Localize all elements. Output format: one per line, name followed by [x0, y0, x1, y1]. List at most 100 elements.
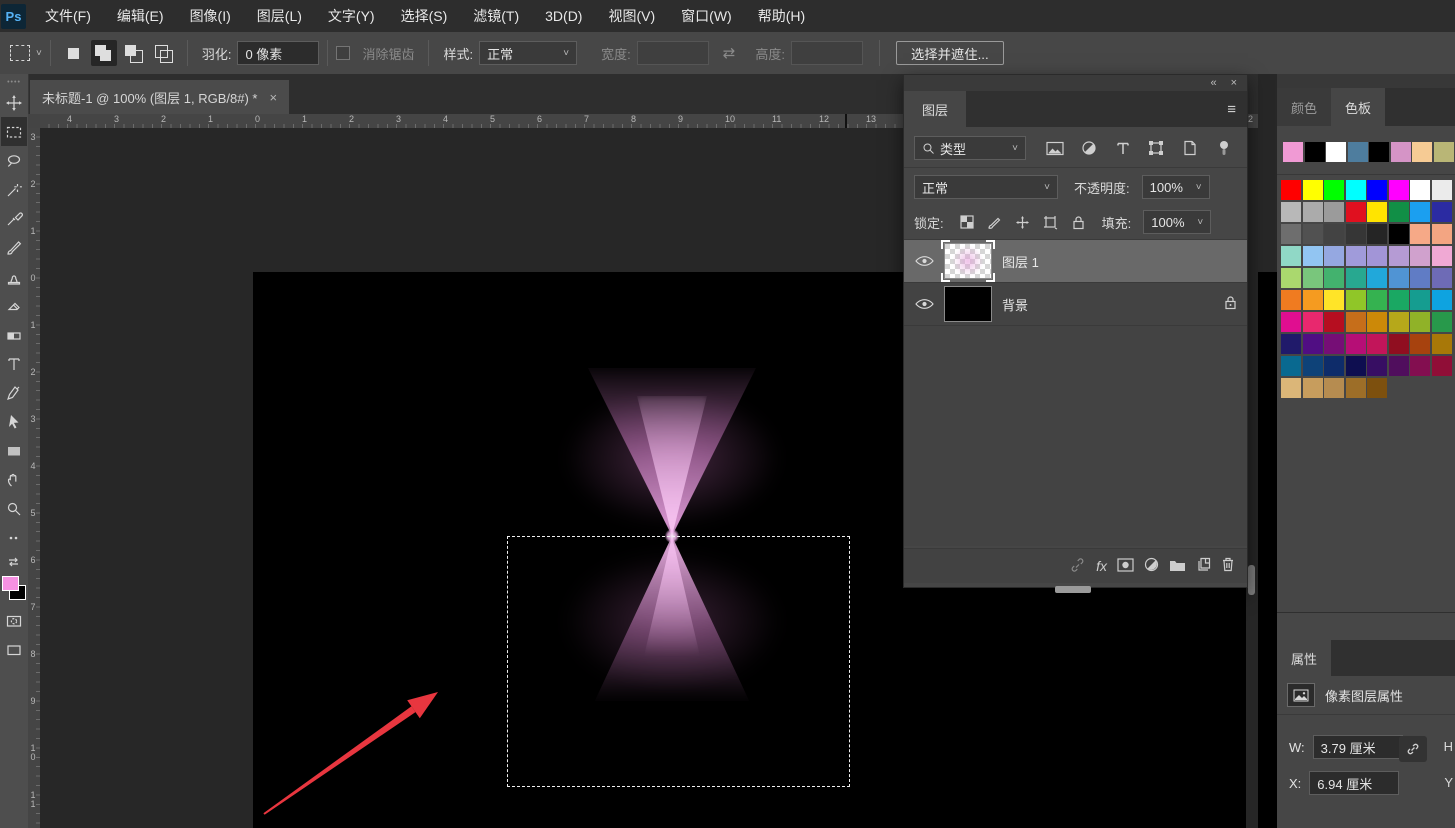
layer-name[interactable]: 图层 1 — [1002, 252, 1039, 271]
foreground-background-colors[interactable] — [2, 576, 26, 600]
swatch[interactable] — [1389, 356, 1409, 376]
swatch[interactable] — [1346, 312, 1366, 332]
swatch[interactable] — [1389, 180, 1409, 200]
swatch[interactable] — [1432, 312, 1452, 332]
panel-resize-grip[interactable] — [1055, 586, 1091, 593]
lasso-tool[interactable] — [1, 146, 27, 175]
layer-thumbnail[interactable] — [944, 286, 992, 322]
swatch[interactable] — [1367, 268, 1387, 288]
tab-layers[interactable]: 图层 — [904, 91, 966, 127]
swatch[interactable] — [1410, 202, 1430, 222]
filter-type-layers-icon[interactable] — [1110, 137, 1136, 159]
selection-mode-intersect-button[interactable] — [151, 40, 177, 66]
swatch[interactable] — [1346, 356, 1366, 376]
new-adjustment-layer-icon[interactable] — [1144, 557, 1159, 575]
swatch[interactable] — [1324, 224, 1344, 244]
select-and-mask-button[interactable]: 选择并遮住... — [896, 41, 1004, 65]
feather-input[interactable]: 0 像素 — [237, 41, 319, 65]
filter-toggle-icon[interactable] — [1211, 137, 1237, 159]
hand-tool[interactable] — [1, 465, 27, 494]
swatch[interactable] — [1432, 246, 1452, 266]
recent-swatch[interactable] — [1283, 142, 1303, 162]
blend-mode-select[interactable]: 正常˅ — [914, 175, 1058, 199]
swatch[interactable] — [1346, 202, 1366, 222]
gradient-tool[interactable] — [1, 320, 27, 349]
menu-item[interactable]: 编辑(E) — [104, 0, 177, 32]
swatch[interactable] — [1432, 290, 1452, 310]
swatch[interactable] — [1389, 290, 1409, 310]
scrollbar-handle[interactable] — [1248, 565, 1255, 595]
swatch[interactable] — [1324, 312, 1344, 332]
swatch[interactable] — [1410, 334, 1430, 354]
layer-thumbnail[interactable] — [944, 243, 992, 279]
menu-item[interactable]: 滤镜(T) — [460, 0, 532, 32]
swatch[interactable] — [1303, 312, 1323, 332]
recent-swatch[interactable] — [1391, 142, 1411, 162]
menu-item[interactable]: 帮助(H) — [745, 0, 818, 32]
swatch[interactable] — [1432, 224, 1452, 244]
path-select-tool[interactable] — [1, 407, 27, 436]
magic-wand-tool[interactable] — [1, 175, 27, 204]
swatch[interactable] — [1281, 378, 1301, 398]
brush-tool[interactable] — [1, 233, 27, 262]
menu-item[interactable]: 图像(I) — [177, 0, 244, 32]
swatch[interactable] — [1389, 268, 1409, 288]
link-layers-icon[interactable] — [1069, 558, 1086, 575]
swatch[interactable] — [1324, 202, 1344, 222]
swatch[interactable] — [1432, 334, 1452, 354]
selection-mode-subtract-button[interactable] — [121, 40, 147, 66]
panel-grip-icon[interactable]: •••• — [7, 79, 21, 86]
swatch[interactable] — [1303, 378, 1323, 398]
x-value-input[interactable]: 6.94 厘米 — [1309, 771, 1399, 795]
close-tab-icon[interactable]: × — [269, 90, 277, 105]
swatch[interactable] — [1303, 180, 1323, 200]
menu-item[interactable]: 视图(V) — [595, 0, 668, 32]
filter-pixel-layers-icon[interactable] — [1042, 137, 1068, 159]
menu-item[interactable]: 3D(D) — [532, 0, 595, 32]
lock-all-icon[interactable] — [1068, 211, 1090, 233]
swatch[interactable] — [1410, 180, 1430, 200]
swatch[interactable] — [1281, 224, 1301, 244]
swatch[interactable] — [1324, 356, 1344, 376]
swatch[interactable] — [1367, 224, 1387, 244]
menu-item[interactable]: 图层(L) — [244, 0, 315, 32]
rectangular-marquee-tool[interactable] — [1, 117, 27, 146]
delete-layer-trash-icon[interactable] — [1221, 557, 1235, 575]
swatch[interactable] — [1324, 290, 1344, 310]
swatch[interactable] — [1410, 312, 1430, 332]
document-tab[interactable]: 未标题-1 @ 100% (图层 1, RGB/8#) * × — [30, 80, 289, 114]
swatch[interactable] — [1367, 334, 1387, 354]
link-dimensions-button[interactable] — [1399, 736, 1427, 762]
swatch[interactable] — [1432, 180, 1452, 200]
quick-mask-button[interactable] — [1, 606, 27, 635]
swatch[interactable] — [1346, 268, 1366, 288]
layer-row-background[interactable]: 背景 — [904, 283, 1247, 326]
more-tools[interactable] — [1, 523, 27, 552]
type-tool[interactable] — [1, 349, 27, 378]
pen-tool[interactable] — [1, 378, 27, 407]
swatch[interactable] — [1281, 312, 1301, 332]
style-select[interactable]: 正常˅ — [479, 41, 577, 65]
layer-style-fx-button[interactable]: fx — [1096, 558, 1107, 574]
swatch[interactable] — [1389, 202, 1409, 222]
screen-mode-button[interactable] — [1, 635, 27, 664]
swatch[interactable] — [1367, 290, 1387, 310]
swatch[interactable] — [1303, 246, 1323, 266]
swatch[interactable] — [1389, 334, 1409, 354]
swatch[interactable] — [1303, 290, 1323, 310]
tool-preset-picker[interactable]: ˅ — [10, 45, 42, 61]
swatch[interactable] — [1281, 268, 1301, 288]
selection-mode-new-button[interactable] — [61, 40, 87, 66]
swatch[interactable] — [1303, 224, 1323, 244]
zoom-tool[interactable] — [1, 494, 27, 523]
new-layer-icon[interactable] — [1196, 557, 1211, 575]
clone-stamp-tool[interactable] — [1, 262, 27, 291]
rectangle-tool[interactable] — [1, 436, 27, 465]
menu-item[interactable]: 文件(F) — [32, 0, 104, 32]
swatch[interactable] — [1346, 246, 1366, 266]
collapse-panel-icon[interactable]: « — [1210, 77, 1216, 89]
layer-row-layer1[interactable]: 图层 1 — [904, 240, 1247, 283]
new-group-folder-icon[interactable] — [1169, 558, 1186, 575]
close-panel-icon[interactable]: × — [1231, 77, 1237, 89]
recent-swatch[interactable] — [1348, 142, 1368, 162]
